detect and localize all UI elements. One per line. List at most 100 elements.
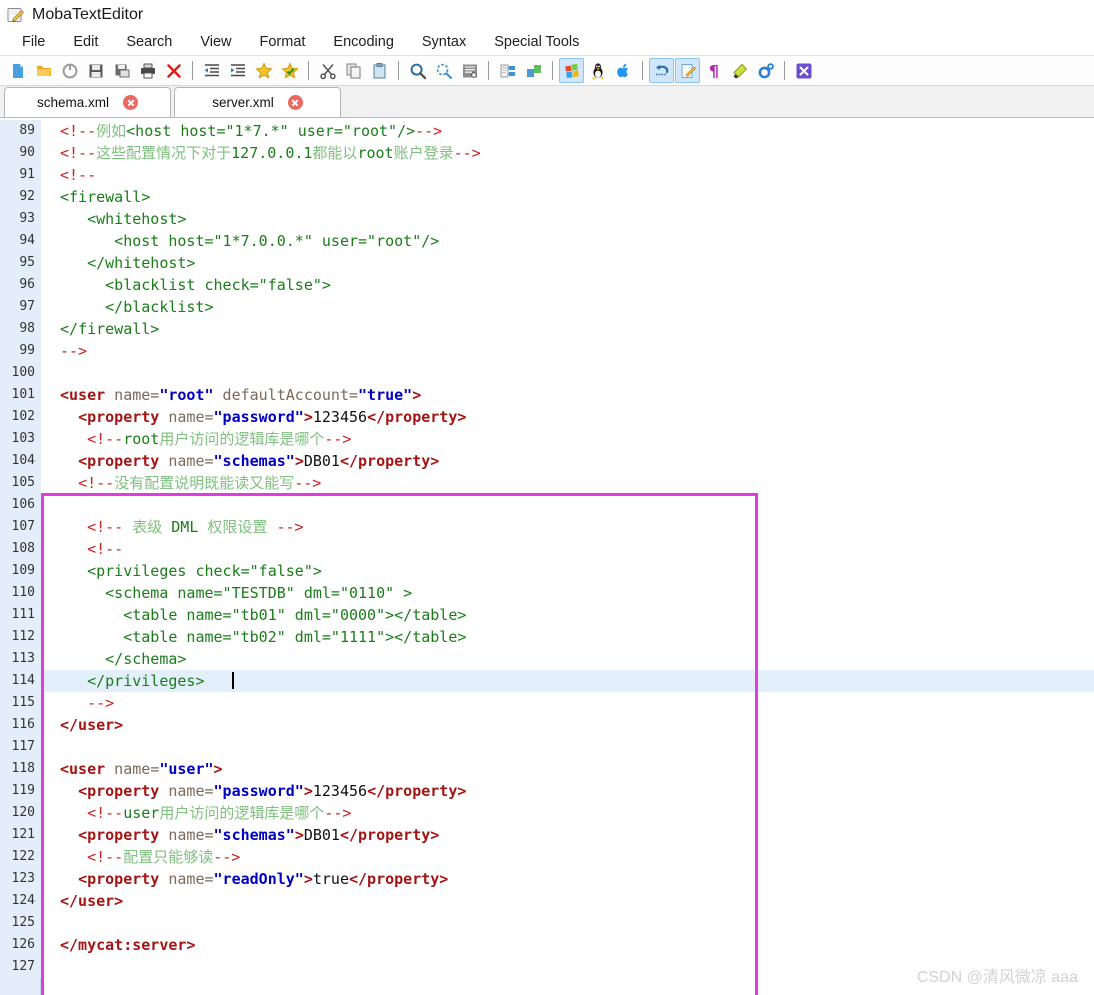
code-line[interactable]: 96 <blacklist check="false"> [0, 274, 1094, 296]
highlighter-icon[interactable] [727, 58, 752, 83]
code-line[interactable]: 110 <schema name="TESTDB" dml="0110" > [0, 582, 1094, 604]
menu-item-view[interactable]: View [186, 32, 245, 52]
cut-scissors-icon[interactable] [315, 58, 340, 83]
code-line-text[interactable]: <user name="root" defaultAccount="true"> [41, 384, 1094, 406]
code-line-text[interactable]: </schema> [41, 648, 1094, 670]
code-line[interactable]: 120 <!--user用户访问的逻辑库是哪个--> [0, 802, 1094, 824]
edit-mode-icon[interactable] [675, 58, 700, 83]
code-line-text[interactable]: <property name="password">123456</proper… [41, 780, 1094, 802]
outdent-icon[interactable] [199, 58, 224, 83]
code-line[interactable]: 123 <property name="readOnly">true</prop… [0, 868, 1094, 890]
code-line-text[interactable]: <!--没有配置说明既能读又能写--> [41, 472, 1094, 494]
code-line-text[interactable]: </mycat:server> [41, 934, 1094, 956]
save-as-icon[interactable] [109, 58, 134, 83]
exit-icon[interactable] [791, 58, 816, 83]
code-editor[interactable]: 89 <!--例如<host host="1*7.*" user="root"/>… [0, 120, 1094, 995]
code-line[interactable]: 115 --> [0, 692, 1094, 714]
search-magnifier-icon[interactable] [405, 58, 430, 83]
print-icon[interactable] [135, 58, 160, 83]
code-line-text[interactable]: <schema name="TESTDB" dml="0110" > [41, 582, 1094, 604]
save-icon[interactable] [83, 58, 108, 83]
code-line[interactable]: 104 <property name="schemas">DB01</prope… [0, 450, 1094, 472]
menu-item-encoding[interactable]: Encoding [319, 32, 407, 52]
bookmark-star-green-icon[interactable] [277, 58, 302, 83]
code-line-text[interactable]: <!--配置只能够读--> [41, 846, 1094, 868]
copy-icon[interactable] [341, 58, 366, 83]
code-line-text[interactable]: --> [41, 692, 1094, 714]
search-replace-icon[interactable] [431, 58, 456, 83]
code-line[interactable]: 121 <property name="schemas">DB01</prope… [0, 824, 1094, 846]
code-line[interactable]: 118 <user name="user"> [0, 758, 1094, 780]
code-line-text[interactable]: <property name="password">123456</proper… [41, 406, 1094, 428]
code-line[interactable]: 90 <!--这些配置情况下对于127.0.0.1都能以root账户登录--> [0, 142, 1094, 164]
code-line-text[interactable]: <!-- [41, 538, 1094, 560]
menu-item-edit[interactable]: Edit [59, 32, 112, 52]
code-line-text[interactable]: <!--root用户访问的逻辑库是哪个--> [41, 428, 1094, 450]
paste-icon[interactable] [367, 58, 392, 83]
menu-item-syntax[interactable]: Syntax [408, 32, 480, 52]
code-line-text[interactable]: <table name="tb01" dml="0000"></table> [41, 604, 1094, 626]
code-line-text[interactable]: <user name="user"> [41, 758, 1094, 780]
code-line[interactable]: 99 --> [0, 340, 1094, 362]
code-line-text[interactable]: </privileges> [41, 670, 1094, 692]
tab-schema-xml[interactable]: schema.xml [4, 87, 171, 117]
code-line-text[interactable]: <!--这些配置情况下对于127.0.0.1都能以root账户登录--> [41, 142, 1094, 164]
code-line[interactable]: 95 </whitehost> [0, 252, 1094, 274]
code-line-text[interactable]: --> [41, 340, 1094, 362]
indent-icon[interactable] [225, 58, 250, 83]
code-line-text[interactable]: <table name="tb02" dml="1111"></table> [41, 626, 1094, 648]
code-line[interactable]: 112 <table name="tb02" dml="1111"></tabl… [0, 626, 1094, 648]
code-line[interactable]: 124 </user> [0, 890, 1094, 912]
code-line[interactable]: 102 <property name="password">123456</pr… [0, 406, 1094, 428]
code-line[interactable]: 111 <table name="tb01" dml="0000"></tabl… [0, 604, 1094, 626]
code-line[interactable]: 113 </schema> [0, 648, 1094, 670]
code-lines[interactable]: 89 <!--例如<host host="1*7.*" user="root"/>… [0, 120, 1094, 978]
code-line-text[interactable]: <!-- 表级 DML 权限设置 --> [41, 516, 1094, 538]
pilcrow-icon[interactable]: ¶ [701, 58, 726, 83]
new-file-icon[interactable] [5, 58, 30, 83]
code-line[interactable]: 100 [0, 362, 1094, 384]
code-line[interactable]: 91 <!-- [0, 164, 1094, 186]
code-line[interactable]: 98 </firewall> [0, 318, 1094, 340]
code-line-text[interactable]: <whitehost> [41, 208, 1094, 230]
close-red-x-icon[interactable] [161, 58, 186, 83]
code-line-current[interactable]: 114 </privileges> [0, 670, 1094, 692]
move-lines-icon[interactable] [521, 58, 546, 83]
code-line[interactable]: 126 </mycat:server> [0, 934, 1094, 956]
code-line-text[interactable]: </blacklist> [41, 296, 1094, 318]
code-line-text[interactable]: <firewall> [41, 186, 1094, 208]
menu-item-format[interactable]: Format [246, 32, 320, 52]
linux-format-icon[interactable] [585, 58, 610, 83]
code-line[interactable]: 122 <!--配置只能够读--> [0, 846, 1094, 868]
code-line-text[interactable]: </user> [41, 714, 1094, 736]
settings-gear-icon[interactable] [753, 58, 778, 83]
menu-item-file[interactable]: File [8, 32, 59, 52]
mac-format-icon[interactable] [611, 58, 636, 83]
menu-item-special-tools[interactable]: Special Tools [480, 32, 593, 52]
code-line-text[interactable]: <property name="schemas">DB01</property> [41, 450, 1094, 472]
reload-icon[interactable] [57, 58, 82, 83]
menu-item-search[interactable]: Search [112, 32, 186, 52]
code-line[interactable]: 107 <!-- 表级 DML 权限设置 --> [0, 516, 1094, 538]
code-line-text[interactable]: </user> [41, 890, 1094, 912]
code-line[interactable]: 97 </blacklist> [0, 296, 1094, 318]
code-line-text[interactable]: <!--user用户访问的逻辑库是哪个--> [41, 802, 1094, 824]
open-folder-icon[interactable] [31, 58, 56, 83]
code-line[interactable]: 89 <!--例如<host host="1*7.*" user="root"/>… [0, 120, 1094, 142]
code-line[interactable]: 125 [0, 912, 1094, 934]
code-line[interactable]: 117 [0, 736, 1094, 758]
bookmark-star-icon[interactable] [251, 58, 276, 83]
code-line-text[interactable]: <!-- [41, 164, 1094, 186]
code-line[interactable]: 92 <firewall> [0, 186, 1094, 208]
code-line-text[interactable]: </whitehost> [41, 252, 1094, 274]
code-line-text[interactable]: <property name="readOnly">true</property… [41, 868, 1094, 890]
code-line[interactable]: 101 <user name="root" defaultAccount="tru… [0, 384, 1094, 406]
code-line-text[interactable]: <blacklist check="false"> [41, 274, 1094, 296]
code-line[interactable]: 119 <property name="password">123456</pr… [0, 780, 1094, 802]
word-wrap-icon[interactable] [495, 58, 520, 83]
code-line[interactable]: 94 <host host="1*7.0.0.*" user="root"/> [0, 230, 1094, 252]
code-line[interactable]: 108 <!-- [0, 538, 1094, 560]
code-line[interactable]: 109 <privileges check="false"> [0, 560, 1094, 582]
code-line[interactable]: 116 </user> [0, 714, 1094, 736]
code-line-text[interactable]: <host host="1*7.0.0.*" user="root"/> [41, 230, 1094, 252]
